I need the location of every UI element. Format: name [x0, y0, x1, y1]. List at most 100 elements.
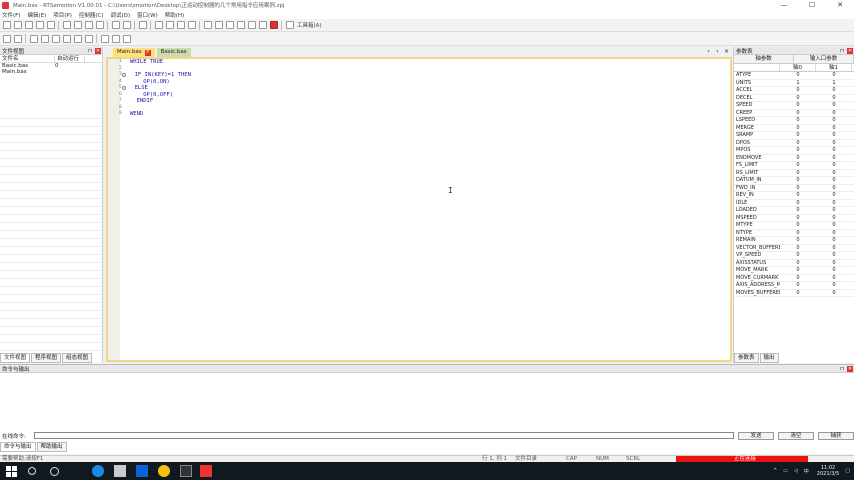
menu-file[interactable]: 文件(F) [2, 11, 20, 19]
code-content[interactable]: 1 WHILE TRUE 2 3 IF IN(KEY)=1 THEN 4 OP(0,ON… [119, 59, 191, 118]
open-file-icon[interactable] [14, 21, 22, 29]
column-filename[interactable]: 文件名 [0, 55, 55, 62]
table-row[interactable]: ACCEL 0 0 [734, 87, 854, 95]
connect-icon[interactable] [188, 21, 196, 29]
param-value[interactable]: 0 [816, 147, 852, 154]
param-value[interactable]: 0 [780, 177, 816, 184]
comment-icon[interactable] [30, 34, 38, 43]
close-icon[interactable]: ✕ [847, 48, 853, 54]
param-value[interactable]: 0 [780, 207, 816, 214]
param-value[interactable]: 0 [816, 222, 852, 229]
replace-icon[interactable] [139, 21, 147, 29]
step-into-icon[interactable] [237, 21, 245, 29]
rtsemotion-app-icon[interactable] [200, 465, 212, 477]
table-row[interactable]: MOVES_BUFFERED 0 0 [734, 290, 854, 297]
param-value[interactable]: 0 [780, 87, 816, 94]
minimize-button[interactable]: — [770, 0, 798, 10]
param-value[interactable]: 0 [780, 110, 816, 117]
run-icon[interactable] [204, 21, 212, 29]
uncomment-icon[interactable] [41, 34, 49, 43]
param-value[interactable]: 0 [780, 230, 816, 237]
bookmark-icon[interactable] [52, 34, 60, 43]
paste-icon[interactable] [85, 21, 93, 29]
tab-config-view[interactable]: 组态视图 [62, 353, 93, 363]
tab-param-table[interactable]: 参数表 [734, 353, 759, 363]
tab-basic-bas[interactable]: Basic.bas [156, 48, 191, 57]
stop-icon[interactable] [270, 21, 278, 29]
param-value[interactable]: 0 [780, 132, 816, 139]
param-value[interactable]: 0 [780, 252, 816, 259]
download-icon[interactable] [155, 21, 163, 29]
tab-file-view[interactable]: 文件视图 [0, 353, 31, 363]
command-input[interactable] [34, 432, 734, 439]
param-value[interactable]: 0 [780, 162, 816, 169]
param-value[interactable]: 0 [816, 102, 852, 109]
table-row[interactable]: VECTOR_BUFFERED00 [734, 245, 854, 252]
param-value[interactable]: 0 [816, 267, 852, 274]
close-button[interactable]: ✕ [826, 0, 854, 10]
param-value[interactable]: 0 [816, 215, 852, 222]
table-row[interactable]: UNITS 1 1 [734, 80, 854, 87]
tab-program-view[interactable]: 程序视图 [31, 353, 62, 363]
param-value[interactable]: 0 [816, 155, 852, 162]
param-value[interactable]: 0 [780, 155, 816, 162]
close-icon[interactable]: ✕ [847, 366, 853, 372]
undo-icon[interactable] [96, 21, 104, 29]
fold-toggle-icon[interactable] [122, 85, 126, 90]
table-row[interactable]: ATYPE 0 0 [734, 72, 854, 80]
param-value[interactable]: 0 [816, 252, 852, 259]
param-value[interactable]: 0 [816, 140, 852, 147]
param-value[interactable]: 0 [780, 95, 816, 102]
pause-icon[interactable] [215, 21, 223, 29]
param-value[interactable]: 0 [780, 200, 816, 207]
param-value[interactable]: 0 [780, 275, 816, 282]
param-value[interactable]: 0 [780, 117, 816, 124]
param-value[interactable]: 1 [816, 80, 852, 87]
param-value[interactable]: 0 [780, 147, 816, 154]
param-value[interactable]: 0 [780, 185, 816, 192]
code-line[interactable]: 9 WEND [119, 111, 191, 118]
param-value[interactable]: 0 [780, 125, 816, 132]
table-row[interactable]: IDLE 0 0 [734, 200, 854, 207]
store-icon[interactable] [114, 465, 126, 477]
redo-icon[interactable] [112, 21, 120, 29]
param-value[interactable]: 0 [780, 237, 816, 244]
print-icon[interactable] [47, 21, 55, 29]
table-row[interactable]: REMAIN 0 0 [734, 237, 854, 245]
save-icon[interactable] [25, 21, 33, 29]
clear-button[interactable]: 清空 [778, 431, 814, 440]
column-axis0[interactable]: 轴0 [780, 64, 816, 71]
table-row[interactable]: MSPEED 0 0 [734, 215, 854, 222]
param-value[interactable]: 0 [816, 177, 852, 184]
param-value[interactable]: 0 [780, 215, 816, 222]
param-value[interactable]: 0 [816, 260, 852, 267]
chevron-up-icon[interactable]: ^ [773, 468, 777, 474]
toolbox-label[interactable]: 工具箱(A) [297, 21, 322, 29]
param-value[interactable]: 0 [780, 245, 816, 252]
new-file-icon[interactable] [3, 21, 11, 29]
param-value[interactable]: 0 [816, 87, 852, 94]
mail-icon[interactable] [136, 465, 148, 477]
param-value[interactable]: 0 [816, 282, 852, 289]
param-value[interactable]: 0 [816, 275, 852, 282]
chevron-left-icon[interactable]: ‹ [705, 48, 712, 55]
table-row[interactable]: MOVE_MARK 0 0 [734, 267, 854, 275]
table-row[interactable]: AXIS_ADDRESS_MODE00 [734, 282, 854, 290]
table-row[interactable]: FWD_IN 0 0 [734, 185, 854, 192]
table-row[interactable]: MTYPE 0 0 [734, 222, 854, 230]
indent-icon[interactable] [3, 34, 11, 43]
column-axis1[interactable]: 轴1 [816, 64, 852, 71]
table-row[interactable]: FS_LIMIT 0 0 [734, 162, 854, 170]
build-icon[interactable] [166, 21, 174, 29]
edge-browser-icon[interactable] [92, 465, 104, 477]
param-value[interactable]: 0 [816, 132, 852, 139]
windows-start-icon[interactable] [5, 465, 17, 477]
param-value[interactable]: 0 [816, 237, 852, 244]
notification-icon[interactable]: ▢ [845, 468, 850, 474]
watch-icon[interactable] [123, 34, 131, 43]
network-icon[interactable]: ▭ [783, 468, 788, 474]
column-autorun[interactable]: 自动运行 [55, 55, 85, 62]
chrome-icon[interactable] [158, 465, 170, 477]
outdent-icon[interactable] [14, 34, 22, 43]
pin-icon[interactable]: ⊓ [839, 366, 845, 372]
